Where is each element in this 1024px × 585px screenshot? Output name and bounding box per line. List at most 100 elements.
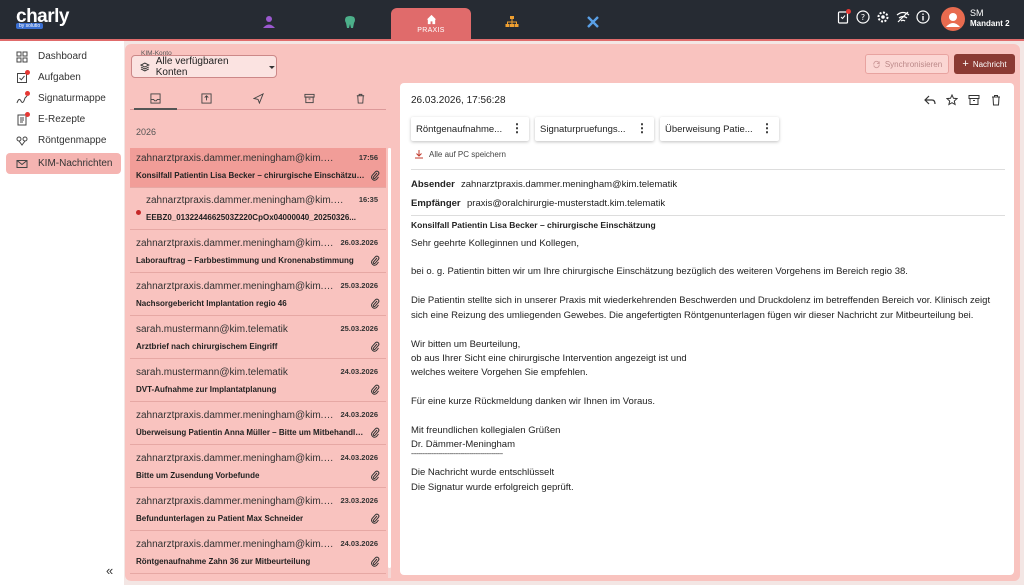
list-scroll-thumb[interactable] xyxy=(388,148,391,568)
message-sender: zahnarztpraxis.dammer.meningham@kim.tele… xyxy=(136,410,336,421)
more-vertical-icon[interactable]: ⋮ xyxy=(761,122,773,134)
top-accent-line xyxy=(0,39,1024,41)
message-sender: zahnarztpraxis.dammer.meningham@kim.tele… xyxy=(136,539,336,550)
signature-icon xyxy=(16,90,30,105)
star-icon[interactable] xyxy=(946,94,958,106)
list-item[interactable]: zahnarztpraxis.dammer.meningham@kim.tele… xyxy=(130,405,386,445)
tab-trash[interactable] xyxy=(335,88,386,109)
sidebar-item-prescriptions[interactable]: E-Rezepte xyxy=(6,109,121,130)
help-icon[interactable]: ? xyxy=(856,10,870,24)
list-item[interactable]: zahnarztpraxis.dammer.meningham@kim.tele… xyxy=(130,233,386,273)
gear-icon[interactable] xyxy=(876,10,890,24)
body-text: Für eine kurze Rückmeldung danken wir Ih… xyxy=(411,396,655,407)
message-subject: DVT-Aufnahme zur Implantatplanung xyxy=(136,385,277,394)
outbox-icon xyxy=(201,93,212,104)
message-date: 23.03.2026 xyxy=(340,496,378,505)
save-all-label: Alle auf PC speichern xyxy=(429,149,506,159)
tab-sent[interactable] xyxy=(232,88,283,109)
sidebar-item-label: Signaturmappe xyxy=(38,93,106,104)
message-date: 24.03.2026 xyxy=(340,539,378,548)
paperclip-icon xyxy=(371,427,380,438)
new-message-label: Nachricht xyxy=(972,59,1007,69)
attachment-chip[interactable]: Röntgenaufnahme... ⋮ xyxy=(411,117,529,141)
list-item[interactable]: zahnarztpraxis.dammer.meningham@kim.tele… xyxy=(130,534,386,574)
konto-select[interactable]: Alle verfügbaren Konten xyxy=(131,55,277,78)
message-sender: zahnarztpraxis.dammer.meningham@kim.tele… xyxy=(136,238,336,249)
message-date: 26.03.2026 xyxy=(340,238,378,247)
divider xyxy=(411,169,1005,170)
clipboard-icon[interactable] xyxy=(836,9,851,24)
attachment-chip[interactable]: Signaturpruefungs... ⋮ xyxy=(535,117,654,141)
tools-nav-button[interactable] xyxy=(579,8,607,36)
prescription-icon xyxy=(16,111,30,126)
sender-label: Absender xyxy=(411,179,455,190)
body-text: Die Patientin stellte sich in unserer Pr… xyxy=(411,295,991,306)
list-item[interactable]: zahnarztpraxis.dammer.meningham@kim.tele… xyxy=(130,491,386,531)
kim-main-panel: KIM-Konto Alle verfügbaren Konten Synchr… xyxy=(125,44,1020,581)
avatar[interactable] xyxy=(941,7,965,31)
more-vertical-icon[interactable]: ⋮ xyxy=(511,122,523,134)
recipient-label: Empfänger xyxy=(411,198,461,209)
sidebar-item-xray[interactable]: Röntgenmappe xyxy=(6,130,121,151)
list-item[interactable]: sarah.mustermann@kim.telematik 25.03.202… xyxy=(130,319,386,359)
dental-nav-button[interactable] xyxy=(336,8,364,36)
sync-icon xyxy=(873,60,880,68)
sidebar-item-label: E-Rezepte xyxy=(38,114,86,125)
tooth-icon xyxy=(345,16,355,28)
message-date: 25.03.2026 xyxy=(340,324,378,333)
tab-archive[interactable] xyxy=(284,88,335,109)
sidebar-item-signature[interactable]: Signaturmappe xyxy=(6,88,121,109)
message-sender: zahnarztpraxis.dammer.meningham@kim.tele… xyxy=(136,281,336,292)
org-chart-icon xyxy=(505,16,519,27)
message-sender: zahnarztpraxis.dammer.meningham@kim.tele… xyxy=(136,453,336,464)
praxis-nav-button[interactable]: PRAXIS xyxy=(391,8,471,39)
paperclip-icon xyxy=(371,341,380,352)
list-item[interactable]: zahnarztpraxis.dammer.meningham@kim.tele… xyxy=(130,190,386,230)
message-subject: Nachsorgebericht Implantation regio 46 xyxy=(136,299,287,308)
organization-nav-button[interactable] xyxy=(498,8,526,36)
sidebar-item-label: KIM-Nachrichten xyxy=(38,158,113,169)
message-sender: sarah.mustermann@kim.telematik xyxy=(136,324,288,335)
tab-inbox[interactable] xyxy=(130,88,181,110)
message-date: 16:35 xyxy=(358,195,378,204)
collapse-sidebar-icon[interactable]: « xyxy=(106,563,113,578)
year-heading: 2026 xyxy=(136,127,157,137)
tab-outbox[interactable] xyxy=(181,88,232,109)
message-sender: zahnarztpraxis.dammer.meningham@kim.tele… xyxy=(136,496,336,507)
reply-icon[interactable] xyxy=(924,94,936,106)
list-item[interactable]: zahnarztpraxis.dammer.meningham@kim.tele… xyxy=(130,448,386,488)
patient-nav-button[interactable] xyxy=(255,8,283,36)
sync-button[interactable]: Synchronisieren xyxy=(865,54,949,74)
new-message-button[interactable]: + Nachricht xyxy=(954,54,1015,74)
list-item[interactable]: zahnarztpraxis.dammer.meningham@kim.tele… xyxy=(130,276,386,316)
top-icon-group: ? xyxy=(836,9,930,24)
list-item[interactable]: sarah.mustermann@kim.telematik 24.03.202… xyxy=(130,362,386,402)
list-item[interactable]: zahnarztpraxis.dammer.meningham@kim.tele… xyxy=(130,148,386,188)
sync-label: Synchronisieren xyxy=(884,59,943,69)
sidebar-item-kim-messages[interactable]: KIM-Nachrichten xyxy=(6,153,121,174)
paperclip-icon xyxy=(371,255,380,266)
message-subject: Bitte um Zusendung Vorbefunde xyxy=(136,471,260,480)
user-name: Mandant 2 xyxy=(970,19,1010,28)
svg-text:?: ? xyxy=(861,13,865,22)
archive-icon[interactable] xyxy=(968,94,980,106)
paperclip-icon xyxy=(371,470,380,481)
message-detail: 26.03.2026, 17:56:28 Röntgenaufnahme... … xyxy=(400,83,1014,575)
attachment-name: Überweisung Patie... xyxy=(665,123,753,135)
sidebar-item-tasks[interactable]: Aufgaben xyxy=(6,67,121,88)
message-subject: Röntgenaufnahme Zahn 36 zur Mitbeurteilu… xyxy=(136,557,311,566)
save-all-button[interactable]: Alle auf PC speichern xyxy=(414,149,506,159)
body-text: welches weitere Vorgehen Sie empfehlen. xyxy=(411,367,588,378)
recipient-value: praxis@oralchirurgie-musterstadt.kim.tel… xyxy=(467,198,666,209)
wifi-off-icon[interactable] xyxy=(896,10,910,24)
trash-icon[interactable] xyxy=(990,94,1002,106)
attachment-chip[interactable]: Überweisung Patie... ⋮ xyxy=(660,117,779,141)
message-date: 24.03.2026 xyxy=(340,453,378,462)
tools-icon xyxy=(587,16,599,28)
info-icon[interactable] xyxy=(916,10,930,24)
more-vertical-icon[interactable]: ⋮ xyxy=(636,122,648,134)
message-date: 24.03.2026 xyxy=(340,367,378,376)
paperclip-icon xyxy=(371,384,380,395)
message-date: 24.03.2026 xyxy=(340,410,378,419)
sidebar-item-dashboard[interactable]: Dashboard xyxy=(6,46,121,67)
